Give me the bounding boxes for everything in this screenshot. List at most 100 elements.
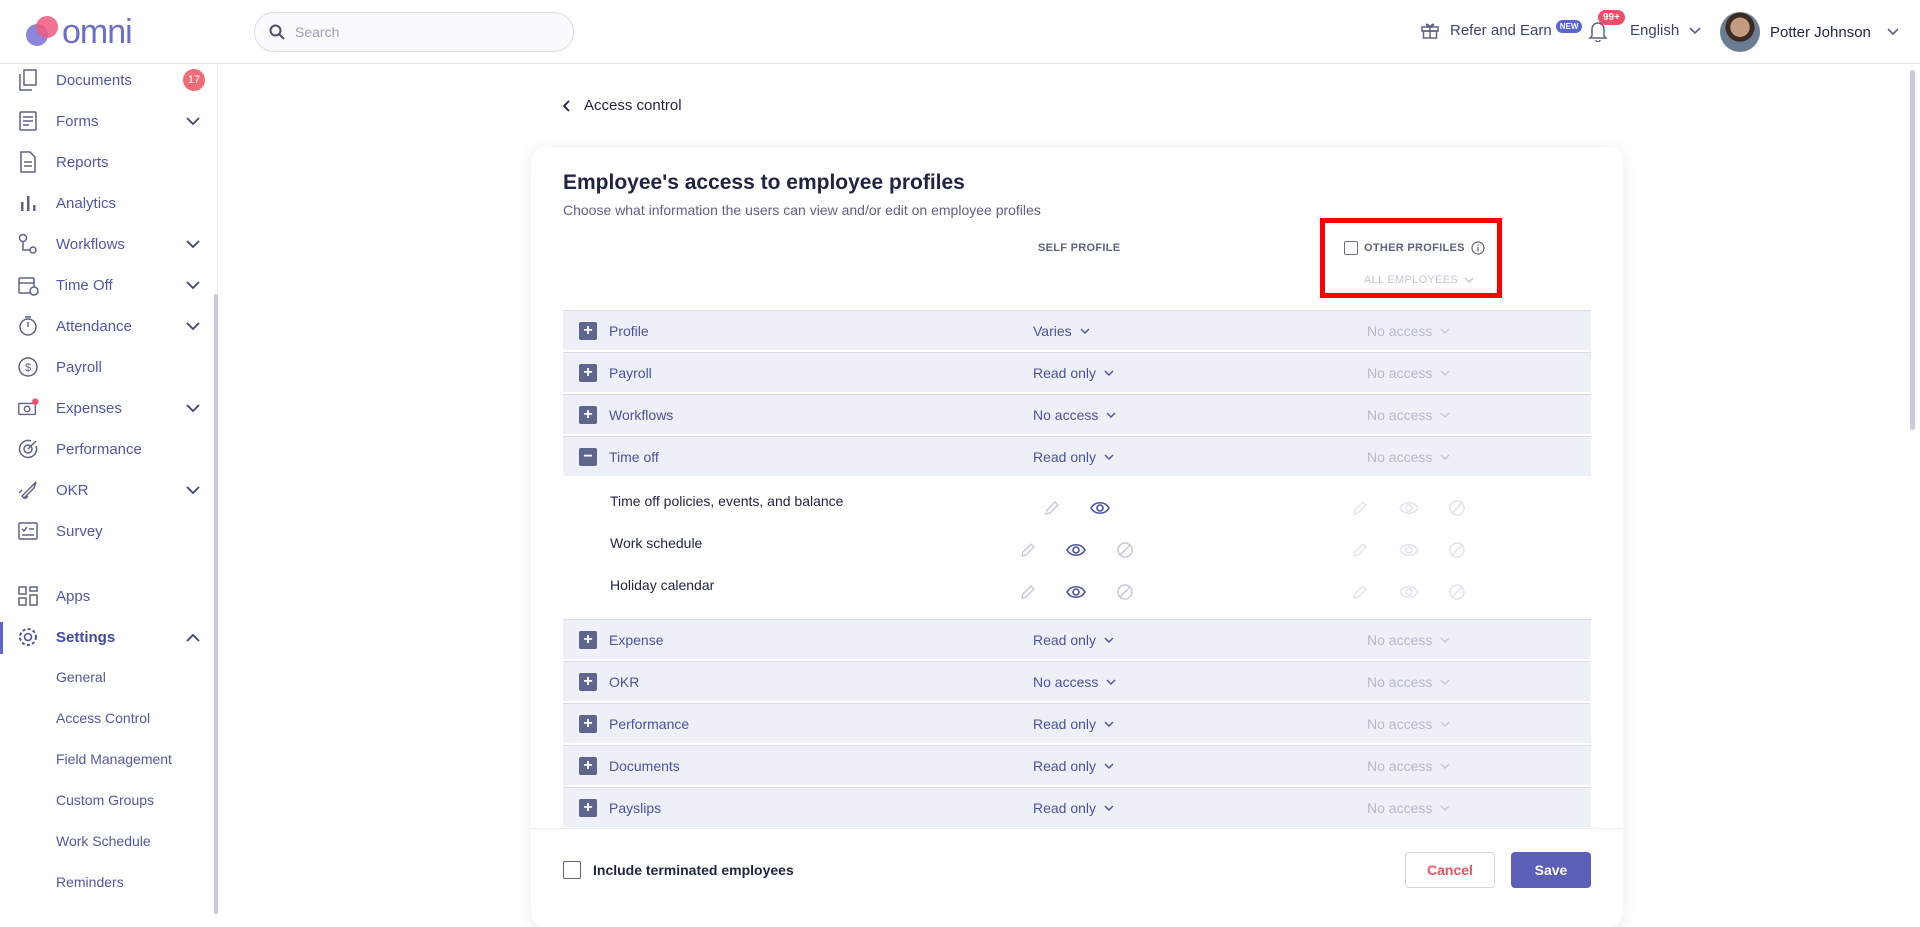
self-access-dropdown[interactable]: Read only	[1033, 365, 1114, 381]
search-box[interactable]	[254, 12, 574, 52]
expand-plus-icon[interactable]: +	[579, 321, 597, 340]
self-access-dropdown[interactable]: No access	[1033, 407, 1116, 423]
refer-label: Refer and Earn	[1450, 21, 1552, 39]
back-link[interactable]: Access control	[562, 97, 682, 114]
other-access-value: No access	[1367, 757, 1433, 774]
settings-sub-access-control[interactable]: Access Control	[56, 710, 150, 726]
chevron-up-icon[interactable]	[186, 633, 200, 642]
collapse-minus-icon[interactable]: −	[579, 447, 597, 466]
sidebar-item-payroll[interactable]: $ Payroll	[0, 347, 210, 387]
no-access-icon[interactable]	[1116, 583, 1134, 601]
sidebar-item-label: Settings	[56, 628, 116, 646]
notifications-button[interactable]: 99+	[1588, 10, 1625, 47]
expand-plus-icon[interactable]: +	[579, 672, 597, 691]
chevron-down-icon[interactable]	[186, 321, 200, 331]
permission-row-time-off[interactable]: − Time off Read only No access	[563, 436, 1591, 476]
save-button[interactable]: Save	[1511, 852, 1591, 888]
sidebar-item-survey[interactable]: Survey	[0, 511, 210, 551]
refer-and-earn-link[interactable]: Refer and Earn NEW	[1420, 19, 1583, 40]
settings-sub-field-management[interactable]: Field Management	[56, 751, 172, 767]
other-access-value: No access	[1367, 364, 1433, 381]
sidebar-item-reports[interactable]: Reports	[0, 142, 210, 182]
page-scrollbar[interactable]	[1910, 70, 1915, 430]
sidebar-item-okr[interactable]: OKR	[0, 470, 210, 510]
expand-plus-icon[interactable]: +	[579, 714, 597, 733]
dollar-icon: $	[17, 356, 39, 378]
permission-row-performance[interactable]: + Performance Read only No access	[563, 703, 1591, 743]
edit-pencil-icon	[1353, 585, 1367, 599]
expand-plus-icon[interactable]: +	[579, 405, 597, 424]
sidebar-item-performance[interactable]: Performance	[0, 429, 210, 469]
sidebar-item-attendance[interactable]: Attendance	[0, 306, 210, 346]
search-icon	[269, 24, 285, 40]
chevron-down-icon	[1104, 637, 1114, 643]
permission-row-workflows[interactable]: + Workflows No access No access	[563, 394, 1591, 434]
self-access-dropdown[interactable]: Read only	[1033, 800, 1114, 816]
sidebar-item-workflows[interactable]: Workflows	[0, 224, 210, 264]
sidebar-item-time-off[interactable]: Time Off	[0, 265, 210, 305]
include-terminated-checkbox[interactable]	[563, 861, 581, 879]
search-input[interactable]	[295, 24, 545, 40]
chevron-down-icon[interactable]	[186, 403, 200, 413]
permission-row-payslips[interactable]: + Payslips Read only No access	[563, 787, 1591, 827]
row-name: Expense	[609, 631, 664, 648]
permission-row-expense[interactable]: + Expense Read only No access	[563, 619, 1591, 659]
other-access-value: No access	[1367, 715, 1433, 732]
sidebar-item-apps[interactable]: Apps	[0, 576, 210, 616]
user-menu[interactable]: Potter Johnson	[1720, 12, 1899, 52]
settings-sub-custom-groups[interactable]: Custom Groups	[56, 792, 154, 808]
documents-icon	[17, 69, 39, 91]
permission-row-documents[interactable]: + Documents Read only No access	[563, 745, 1591, 785]
edit-pencil-icon[interactable]	[1020, 584, 1036, 600]
sidebar-item-label: Time Off	[56, 276, 113, 294]
view-eye-icon[interactable]	[1090, 500, 1110, 516]
include-terminated-toggle[interactable]: Include terminated employees	[563, 861, 794, 879]
settings-sub-general[interactable]: General	[56, 669, 106, 685]
cancel-button[interactable]: Cancel	[1405, 852, 1495, 888]
other-access-value: No access	[1367, 406, 1433, 423]
view-eye-icon	[1399, 502, 1419, 514]
reports-icon	[17, 151, 39, 173]
sidebar-scrollbar[interactable]	[214, 294, 218, 914]
self-access-dropdown[interactable]: Read only	[1033, 632, 1114, 648]
permission-row-payroll[interactable]: + Payroll Read only No access	[563, 352, 1591, 392]
self-access-dropdown[interactable]: Read only	[1033, 449, 1114, 465]
chevron-down-icon[interactable]	[186, 239, 200, 249]
chevron-down-icon[interactable]	[186, 116, 200, 126]
view-eye-icon	[1399, 586, 1419, 598]
notification-count-badge: 99+	[1598, 10, 1625, 25]
expand-plus-icon[interactable]: +	[579, 756, 597, 775]
sidebar-item-expenses[interactable]: Expenses	[0, 388, 210, 428]
permission-row-profile[interactable]: + Profile Varies No access	[563, 310, 1591, 350]
expenses-icon	[17, 397, 39, 419]
settings-sub-work-schedule[interactable]: Work Schedule	[56, 833, 151, 849]
chevron-down-icon	[1104, 721, 1114, 727]
expand-plus-icon[interactable]: +	[579, 630, 597, 649]
expand-plus-icon[interactable]: +	[579, 363, 597, 382]
expand-plus-icon[interactable]: +	[579, 798, 597, 817]
self-access-value: Read only	[1033, 715, 1097, 732]
settings-sub-reminders[interactable]: Reminders	[56, 874, 124, 890]
language-selector[interactable]: English	[1630, 22, 1701, 39]
no-access-icon	[1449, 584, 1465, 600]
sidebar-item-analytics[interactable]: Analytics	[0, 183, 210, 223]
sidebar-item-documents[interactable]: Documents 17	[0, 60, 210, 100]
no-access-icon[interactable]	[1116, 541, 1134, 559]
sidebar-item-settings[interactable]: Settings	[0, 617, 210, 657]
chevron-down-icon	[1104, 454, 1114, 460]
self-access-dropdown[interactable]: No access	[1033, 674, 1116, 690]
self-access-dropdown[interactable]: Varies	[1033, 323, 1090, 339]
chevron-down-icon	[1440, 763, 1450, 769]
chevron-down-icon[interactable]	[186, 280, 200, 290]
edit-pencil-icon[interactable]	[1044, 500, 1060, 516]
self-access-value: Read only	[1033, 757, 1097, 774]
self-access-dropdown[interactable]: Read only	[1033, 758, 1114, 774]
self-access-dropdown[interactable]: Read only	[1033, 716, 1114, 732]
omni-logo[interactable]: omni	[22, 12, 133, 52]
permission-row-okr[interactable]: + OKR No access No access	[563, 661, 1591, 701]
chevron-down-icon[interactable]	[186, 485, 200, 495]
edit-pencil-icon[interactable]	[1020, 542, 1036, 558]
sidebar-item-forms[interactable]: Forms	[0, 101, 210, 141]
view-eye-icon[interactable]	[1066, 542, 1086, 558]
view-eye-icon[interactable]	[1066, 584, 1086, 600]
